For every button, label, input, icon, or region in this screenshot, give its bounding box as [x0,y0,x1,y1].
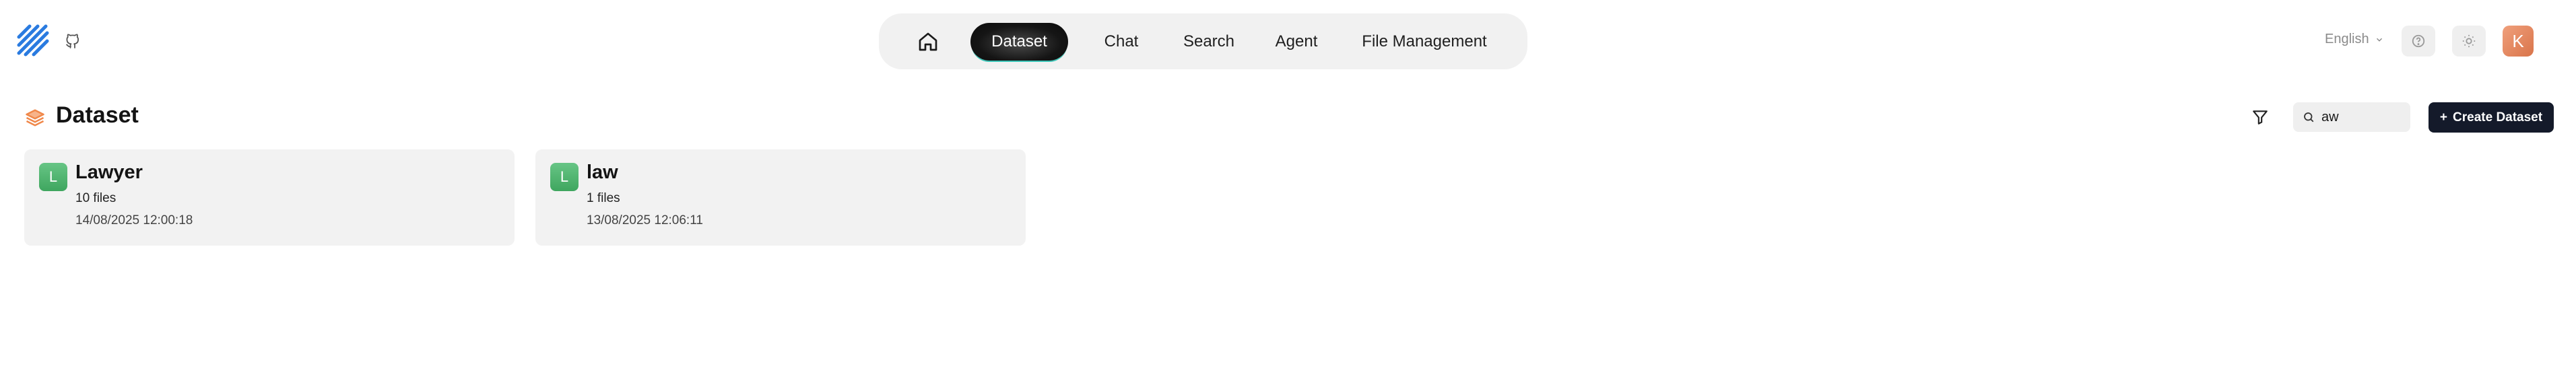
create-dataset-label: Create Dataset [2453,110,2543,125]
search-field[interactable] [2293,102,2410,132]
help-button[interactable] [2402,26,2435,57]
theme-toggle-button[interactable] [2452,26,2486,57]
dataset-file-count: 10 files [75,191,117,205]
sun-icon [2462,34,2476,48]
filter-button[interactable] [2249,106,2271,128]
dataset-card[interactable]: L Lawyer 10 files 14/08/2025 12:00:18 [24,149,515,246]
help-icon [2412,34,2425,48]
create-dataset-button[interactable]: + Create Dataset [2429,102,2554,133]
app-logo[interactable] [15,22,51,59]
dataset-file-count: 1 files [587,191,620,205]
language-label: English [2325,32,2369,46]
nav-tab-dataset[interactable]: Dataset [970,23,1068,61]
filter-icon [2253,110,2268,125]
nav-tab-chat[interactable]: Chat [1081,23,1162,61]
nav-tab-file-management[interactable]: File Management [1350,23,1498,61]
search-icon [2304,112,2314,122]
chevron-down-icon [2376,38,2382,42]
nav-tab-agent[interactable]: Agent [1256,23,1337,61]
main-nav: Dataset Chat Search Agent File Managemen… [879,13,1527,69]
plus-icon: + [2439,110,2448,125]
github-icon[interactable] [65,34,81,50]
dataset-date: 14/08/2025 12:00:18 [75,213,193,227]
dataset-card[interactable]: L law 1 files 13/08/2025 12:06:11 [535,149,1026,246]
home-icon[interactable] [915,28,942,55]
dataset-name: law [587,162,618,183]
search-input[interactable] [2321,109,2402,125]
dataset-avatar: L [550,163,579,191]
language-selector[interactable]: English [2325,32,2384,47]
dataset-name: Lawyer [75,162,143,183]
page-title: Dataset [56,102,139,128]
user-avatar[interactable]: K [2503,26,2534,57]
dataset-date: 13/08/2025 12:06:11 [587,213,703,227]
nav-tab-search[interactable]: Search [1168,23,1249,61]
layers-icon [25,108,45,128]
dataset-avatar: L [39,163,67,191]
